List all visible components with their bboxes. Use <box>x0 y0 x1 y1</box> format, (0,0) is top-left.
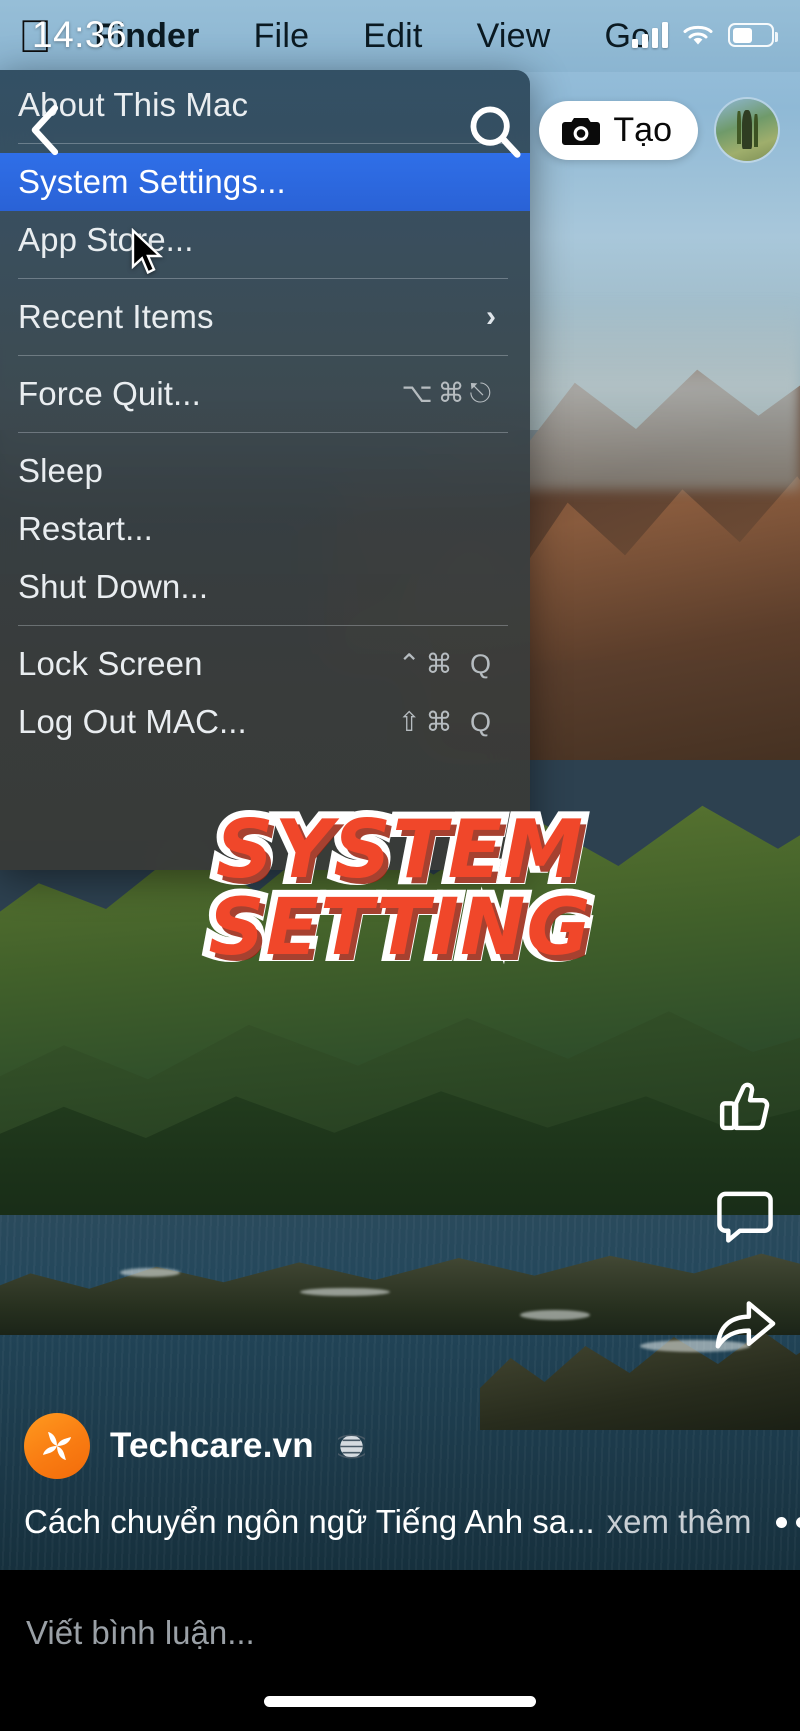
menu-item-recent-items[interactable]: Recent Items › <box>0 288 530 346</box>
home-indicator <box>264 1696 536 1707</box>
post-caption[interactable]: Cách chuyển ngôn ngữ Tiếng Anh sa... <box>24 1503 595 1541</box>
thumbs-up-icon <box>719 1082 770 1131</box>
avatar[interactable] <box>716 99 778 161</box>
comment-bubble-icon <box>717 1191 773 1243</box>
menu-item-lock-screen[interactable]: Lock Screen ⌃⌘ Q <box>0 635 530 693</box>
comment-button[interactable] <box>712 1183 778 1249</box>
page-logo[interactable] <box>24 1413 90 1479</box>
action-rail <box>712 1075 778 1357</box>
menu-item-label: Shut Down... <box>18 568 209 605</box>
menu-view[interactable]: View <box>477 17 551 56</box>
share-arrow-icon <box>715 1301 776 1349</box>
back-chevron-icon[interactable] <box>22 100 66 160</box>
menu-item-label: Log Out MAC... <box>18 703 247 740</box>
create-button[interactable]: Tạo <box>539 100 698 160</box>
menu-item-shortcut: ⌃⌘ Q <box>397 648 496 679</box>
sea-foam <box>120 1268 180 1277</box>
share-button[interactable] <box>712 1291 778 1357</box>
comment-input[interactable]: Viết bình luận... <box>26 1614 255 1652</box>
create-button-label: Tạo <box>613 110 672 149</box>
facebook-top-bar: Tạo <box>0 82 800 178</box>
camera-icon <box>562 117 601 145</box>
menu-item-shortcut: ⌥⌘⎋ <box>401 378 496 408</box>
like-button[interactable] <box>712 1075 778 1141</box>
menu-edit[interactable]: Edit <box>363 17 422 56</box>
menu-item-app-store[interactable]: App Store... <box>0 211 530 269</box>
globe-icon <box>337 1433 365 1459</box>
menu-item-sleep[interactable]: Sleep <box>0 442 530 500</box>
menu-item-label: Recent Items <box>18 298 214 335</box>
techcare-logo-icon <box>43 1432 71 1460</box>
caption-row: Cách chuyển ngôn ngữ Tiếng Anh sa... xem… <box>24 1503 800 1541</box>
chevron-right-icon: › <box>486 300 496 333</box>
menu-item-restart[interactable]: Restart... <box>0 500 530 558</box>
post-meta: Techcare.vn Cách chuyển ngôn ngữ Tiếng A… <box>0 1413 800 1541</box>
more-options-icon[interactable] <box>752 1507 800 1538</box>
comment-bar: Viết bình luận... <box>0 1570 800 1731</box>
search-icon[interactable] <box>463 99 525 161</box>
see-more-link[interactable]: xem thêm <box>607 1503 752 1541</box>
menu-separator <box>18 432 508 433</box>
menu-separator <box>18 355 508 356</box>
menu-go[interactable]: Go <box>604 17 650 56</box>
menu-item-force-quit[interactable]: Force Quit... ⌥⌘⎋ <box>0 365 530 423</box>
mouse-cursor-icon <box>131 228 164 275</box>
page-name[interactable]: Techcare.vn <box>110 1426 314 1466</box>
page-row[interactable]: Techcare.vn <box>24 1413 776 1479</box>
sea-foam <box>520 1310 590 1320</box>
menu-finder[interactable]: Finder <box>95 17 200 56</box>
menu-item-label: Lock Screen <box>18 645 203 682</box>
menu-item-shut-down[interactable]: Shut Down... <box>0 558 530 616</box>
sea-foam <box>300 1288 390 1296</box>
menu-item-label: Sleep <box>18 452 103 489</box>
menu-item-log-out[interactable]: Log Out MAC... ⇧⌘ Q <box>0 693 530 751</box>
menu-item-shortcut: ⇧⌘ Q <box>397 706 496 737</box>
menu-item-label: App Store... <box>18 221 194 258</box>
apple-logo-icon[interactable]:  <box>18 13 53 59</box>
menu-separator <box>18 278 508 279</box>
apple-menu-dropdown: About This Mac System Settings... App St… <box>0 70 530 870</box>
menu-item-label: Restart... <box>18 510 153 547</box>
menu-item-label: Force Quit... <box>18 375 201 412</box>
menu-file[interactable]: File <box>254 17 310 56</box>
macos-menu-bar:  Finder File Edit View Go <box>0 0 800 72</box>
menu-separator <box>18 625 508 626</box>
